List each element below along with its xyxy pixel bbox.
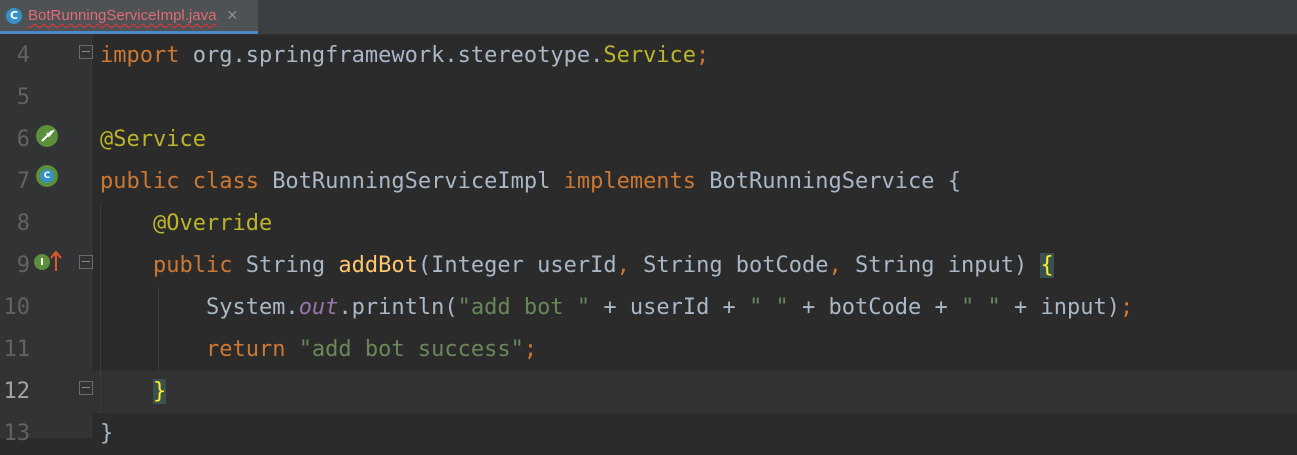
code-line[interactable]: 12 } bbox=[0, 371, 1297, 413]
code-line[interactable]: 13} bbox=[0, 413, 1297, 455]
line-number: 13 bbox=[3, 421, 31, 446]
code-line[interactable]: 4 import org.springframework.stereotype.S… bbox=[0, 35, 1297, 77]
code-token: org.springframework.stereotype. bbox=[179, 43, 604, 68]
fold-marker-line-12[interactable] bbox=[79, 381, 93, 395]
code-text: System.out.println("add bot " + userId +… bbox=[100, 287, 1133, 329]
line-number: 8 bbox=[16, 211, 30, 236]
code-text: } bbox=[100, 413, 113, 455]
code-token: String botCode bbox=[643, 253, 829, 278]
line-number: 11 bbox=[3, 337, 31, 362]
code-line[interactable]: 10 System.out.println("add bot " + userI… bbox=[0, 287, 1297, 329]
code-token: String input) bbox=[855, 253, 1041, 278]
code-token: } bbox=[100, 421, 114, 446]
spring-bean-icon[interactable] bbox=[36, 125, 58, 147]
code-text: return "add bot success"; bbox=[100, 329, 537, 371]
code-token: ; bbox=[523, 337, 538, 362]
code-text: @Service bbox=[100, 119, 206, 161]
code-token: ; bbox=[696, 43, 710, 68]
tab-bot-running-service-impl[interactable]: C BotRunningServiceImpl.java ✕ bbox=[0, 0, 258, 34]
code-token: " " bbox=[961, 295, 1001, 320]
indent-guide bbox=[100, 203, 101, 413]
editor-tab-bar: C BotRunningServiceImpl.java ✕ bbox=[0, 0, 1297, 35]
code-token: + botCode + bbox=[788, 295, 961, 320]
code-token: BotRunningService { bbox=[709, 169, 961, 194]
code-token: + userId + bbox=[590, 295, 750, 320]
line-number: 5 bbox=[16, 85, 30, 110]
fold-marker-line-4[interactable] bbox=[79, 45, 93, 59]
code-token: out bbox=[298, 295, 339, 320]
class-badge: C bbox=[40, 169, 54, 183]
code-token: addBot bbox=[338, 253, 418, 278]
code-token: (Integer userId bbox=[417, 253, 617, 278]
leaf-check-icon bbox=[41, 129, 55, 142]
fold-marker-line-9[interactable] bbox=[79, 255, 93, 269]
line-number: 12 bbox=[3, 379, 31, 404]
code-editor[interactable]: 4 import org.springframework.stereotype.S… bbox=[0, 35, 1297, 446]
code-token: , bbox=[616, 253, 644, 278]
code-token: String bbox=[245, 253, 339, 278]
indent-guide bbox=[158, 287, 159, 371]
tab-label: BotRunningServiceImpl.java bbox=[28, 7, 217, 24]
code-token: implements bbox=[563, 169, 710, 194]
line-number: 9 bbox=[16, 253, 30, 278]
code-line[interactable]: 6 @Service bbox=[0, 119, 1297, 161]
line-number: 6 bbox=[16, 127, 30, 152]
arrow-up-icon[interactable] bbox=[50, 250, 62, 272]
code-token: public bbox=[152, 253, 246, 278]
line-number: 10 bbox=[3, 295, 31, 320]
close-icon[interactable]: ✕ bbox=[226, 8, 238, 24]
code-token: "add bot " bbox=[457, 295, 591, 320]
code-token: return bbox=[205, 337, 299, 362]
code-token: System. bbox=[100, 295, 299, 320]
code-token: "add bot success" bbox=[298, 337, 524, 362]
code-line[interactable]: 5 bbox=[0, 77, 1297, 119]
code-token: .println( bbox=[338, 295, 458, 320]
code-text: @Override bbox=[100, 203, 272, 245]
interface-letter: I bbox=[40, 256, 44, 268]
code-token: ; bbox=[1119, 295, 1134, 320]
line-number: 7 bbox=[16, 169, 30, 194]
java-class-icon: C bbox=[6, 7, 22, 24]
code-text: import org.springframework.stereotype.Se… bbox=[100, 35, 709, 77]
code-token: import bbox=[100, 43, 180, 68]
code-token: BotRunningServiceImpl bbox=[272, 169, 564, 194]
code-token: @Service bbox=[100, 127, 206, 152]
line-number: 4 bbox=[16, 43, 30, 68]
code-line[interactable]: 9 public String addBot(Integer userId, S… bbox=[0, 245, 1297, 287]
code-line[interactable]: 11 return "add bot success"; bbox=[0, 329, 1297, 371]
code-token: public class bbox=[100, 169, 273, 194]
code-token: Service bbox=[603, 43, 697, 68]
spring-bean-implement-icon[interactable]: C bbox=[36, 165, 58, 187]
code-token: { bbox=[1040, 253, 1054, 278]
code-text: public String addBot(Integer userId, Str… bbox=[100, 245, 1054, 287]
implements-method-icon[interactable]: I bbox=[34, 254, 50, 270]
code-text: public class BotRunningServiceImpl imple… bbox=[100, 161, 961, 203]
code-token: @Override bbox=[152, 211, 273, 236]
code-text: } bbox=[100, 371, 167, 413]
code-line[interactable]: 7 public class BotRunningServiceImpl impl… bbox=[0, 161, 1297, 203]
code-token: " " bbox=[749, 295, 789, 320]
code-token: + input) bbox=[1000, 295, 1120, 320]
code-token: , bbox=[828, 253, 856, 278]
code-token: } bbox=[152, 379, 167, 404]
code-line[interactable]: 8 @Override bbox=[0, 203, 1297, 245]
